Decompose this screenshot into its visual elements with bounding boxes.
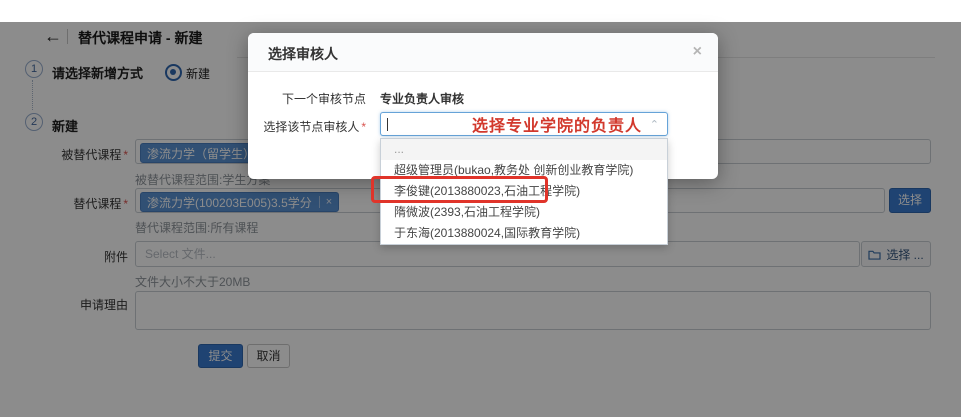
modal-title: 选择审核人 [268,44,338,64]
dropdown-item-suiweibo[interactable]: 隋微波(2393,石油工程学院) [381,202,667,223]
reviewer-label: 选择该节点审核人* [256,118,366,135]
modal-header: 选择审核人 × [248,33,718,72]
dropdown-item-yudonghai[interactable]: 于东海(2013880024,国际教育学院) [381,223,667,244]
screenshot-stage: ← 替代课程申请 - 新建 1 请选择新增方式 新建 2 新建 被替代课程* 渗… [0,0,961,417]
next-node-value: 专业负责人审核 [380,90,464,107]
required-asterisk: * [361,120,366,134]
annotation-highlight-rect [371,176,548,203]
text-cursor [387,118,388,131]
next-node-label: 下一个审核节点 [256,90,366,107]
dropdown-item-ellipsis[interactable]: ... [381,139,667,160]
close-icon[interactable]: × [693,43,702,61]
annotation-hint-text: 选择专业学院的负责人 [472,112,662,136]
reviewer-label-text: 选择该节点审核人 [263,120,359,134]
